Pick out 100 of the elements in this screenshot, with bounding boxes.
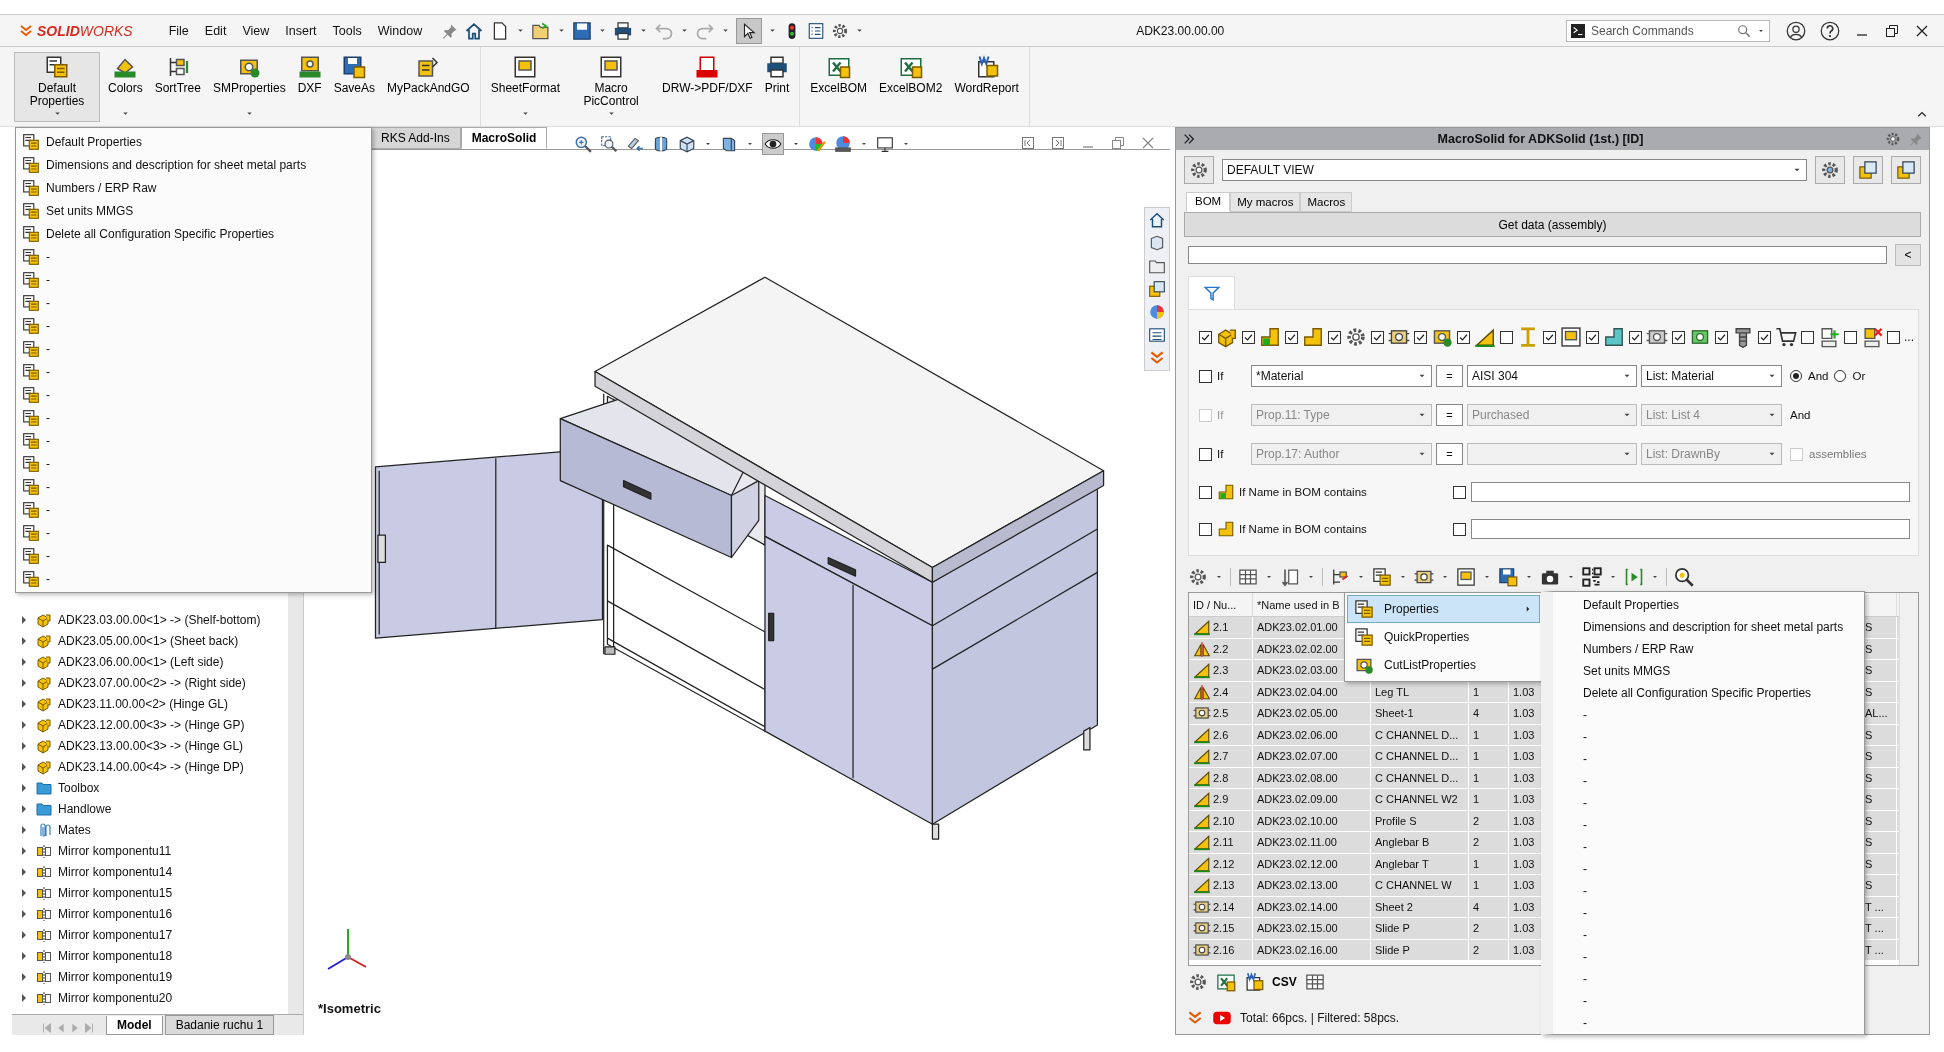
value-dropdown[interactable]: AISI 304 — [1467, 365, 1637, 387]
column-header[interactable]: ID / Nu... — [1189, 593, 1253, 616]
caret-icon[interactable] — [792, 140, 800, 148]
expand-arrow-icon[interactable] — [22, 762, 26, 771]
view-orientation-icon[interactable] — [678, 135, 696, 153]
search-field[interactable]: Search Commands — [1566, 19, 1770, 42]
tab[interactable]: Macros — [1300, 192, 1353, 212]
menu-item[interactable]: - — [1583, 968, 1864, 990]
menu-item[interactable]: - — [1583, 924, 1864, 946]
menu-item[interactable]: - — [46, 502, 50, 517]
home-icon[interactable] — [464, 20, 485, 41]
menu-item[interactable]: - — [1583, 880, 1864, 902]
ribbon-button[interactable]: Colors — [104, 52, 147, 122]
monitor-icon[interactable] — [876, 135, 894, 153]
pin-icon[interactable] — [442, 22, 459, 39]
caret-icon[interactable] — [721, 26, 731, 35]
menu-item[interactable]: Numbers / ERP Raw — [1583, 638, 1864, 660]
menu-item[interactable]: Delete all Configuration Specific Properties — [46, 226, 275, 241]
menu-item[interactable]: - — [46, 456, 50, 471]
expand-arrow-icon[interactable] — [22, 888, 26, 897]
tree-item[interactable]: Mirror komponentu14 — [58, 864, 173, 879]
menu-item[interactable]: View — [234, 23, 278, 38]
display-style-icon[interactable] — [720, 135, 738, 153]
expand-arrow-icon[interactable] — [22, 951, 26, 960]
caret-icon[interactable] — [1357, 573, 1365, 581]
menu-item[interactable]: - — [1583, 792, 1864, 814]
menu-item[interactable]: Dimensions and description for sheet metal parts — [1583, 616, 1864, 638]
menu-item[interactable]: - — [1583, 858, 1864, 880]
settings-icon[interactable] — [1188, 567, 1208, 587]
property-dropdown[interactable]: *Material — [1251, 365, 1432, 387]
tree-item[interactable]: ADK23.07.00.00<2> -> (Right side) — [58, 675, 246, 690]
menu-item[interactable]: - — [46, 410, 50, 425]
expand-arrow-icon[interactable] — [22, 720, 26, 729]
menu-item[interactable]: Edit — [196, 23, 235, 38]
checkbox[interactable] — [1715, 330, 1728, 344]
checkbox[interactable] — [1453, 485, 1466, 499]
tree-item[interactable]: Toolbox — [58, 780, 100, 795]
filter-tab[interactable] — [1188, 276, 1235, 309]
checkbox[interactable] — [1199, 330, 1212, 344]
menu-item[interactable]: - — [1583, 704, 1864, 726]
caret-icon[interactable] — [1651, 573, 1659, 581]
menu-item[interactable]: - — [46, 318, 50, 333]
checkbox[interactable] — [1285, 330, 1298, 344]
more-label[interactable]: ... — [1904, 330, 1914, 344]
folder-icon[interactable] — [1148, 257, 1166, 275]
section-view-icon[interactable] — [652, 135, 670, 153]
radio-button[interactable] — [1834, 370, 1847, 382]
tab[interactable]: Badanie ruchu 1 — [164, 1015, 275, 1035]
ribbon-button[interactable]: DRW->PDF/DXF — [658, 52, 757, 122]
expand-arrow-icon[interactable] — [22, 804, 26, 813]
ribbon-button[interactable]: SaveAs — [329, 52, 379, 122]
tree-item[interactable]: Mirror komponentu15 — [58, 885, 173, 900]
ribbon-button[interactable]: WordReport — [950, 52, 1023, 122]
save-icon[interactable] — [1498, 567, 1518, 587]
caret-icon[interactable] — [1215, 573, 1223, 581]
caret-icon[interactable] — [746, 140, 754, 148]
checkbox[interactable] — [1758, 330, 1771, 344]
caret-icon[interactable] — [639, 26, 649, 35]
menu-item[interactable]: Numbers / ERP Raw — [46, 180, 157, 195]
checkbox[interactable] — [1457, 330, 1470, 344]
help-icon[interactable] — [1820, 20, 1840, 41]
list-icon[interactable] — [1148, 326, 1166, 344]
caret-icon[interactable] — [516, 26, 526, 35]
tab[interactable]: MacroSolid — [460, 127, 548, 149]
table-icon[interactable] — [1304, 972, 1325, 992]
account-icon[interactable] — [1786, 20, 1806, 41]
menu-item[interactable]: Insert — [277, 23, 325, 38]
expand-icon[interactable] — [1182, 132, 1196, 146]
list-dropdown[interactable]: List: Material — [1641, 365, 1782, 387]
caret-icon[interactable] — [1483, 573, 1491, 581]
ribbon-button[interactable]: MyPackAndGO — [383, 52, 474, 122]
frame-icon[interactable] — [1456, 567, 1476, 587]
select-tool-button[interactable] — [736, 17, 763, 44]
panel-left-icon[interactable] — [1020, 135, 1036, 151]
checkbox[interactable] — [1887, 330, 1900, 344]
ribbon-button[interactable]: Print — [760, 52, 794, 122]
menu-item[interactable]: Window — [369, 23, 431, 38]
menu-item[interactable]: - — [46, 387, 50, 402]
operator-field[interactable]: = — [1436, 443, 1463, 465]
play-icon[interactable] — [1624, 567, 1644, 587]
tree-item[interactable]: Mirror komponentu18 — [58, 948, 173, 963]
expand-arrow-icon[interactable] — [22, 909, 26, 918]
settings-icon[interactable] — [1885, 131, 1901, 147]
hide-show-button[interactable] — [762, 133, 784, 155]
save-icon[interactable] — [572, 20, 593, 41]
tab[interactable]: RKS Add-Ins — [370, 127, 461, 149]
menu-item[interactable]: - — [1583, 836, 1864, 858]
checkbox[interactable] — [1543, 330, 1556, 344]
spreadsheet-icon[interactable] — [1216, 972, 1236, 992]
get-data-button[interactable]: Get data (assembly) — [1184, 212, 1921, 237]
back-button[interactable]: < — [1895, 244, 1921, 266]
menu-item[interactable]: - — [1583, 990, 1864, 1012]
checkbox[interactable] — [1199, 485, 1212, 499]
checkbox[interactable] — [1844, 330, 1857, 344]
checkbox[interactable] — [1414, 330, 1427, 344]
ribbon-button[interactable]: SortTree — [150, 52, 205, 122]
home-icon[interactable] — [1148, 211, 1166, 229]
checkbox[interactable] — [1199, 522, 1212, 536]
zoom-area-icon[interactable] — [600, 135, 618, 153]
properties-icon[interactable] — [1372, 567, 1392, 587]
